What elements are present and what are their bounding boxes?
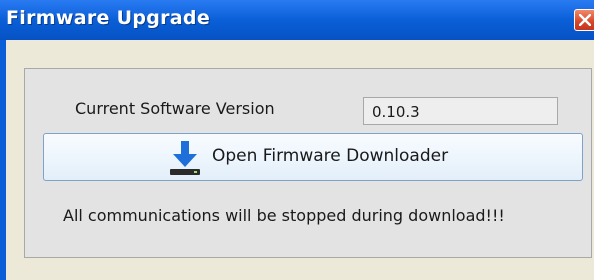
download-warning-text: All communications will be stopped durin… xyxy=(63,206,505,225)
open-firmware-downloader-label: Open Firmware Downloader xyxy=(212,146,449,166)
window-title: Firmware Upgrade xyxy=(6,7,211,29)
dialog-body: Current Software Version 0.10.3 Open Fir… xyxy=(6,40,594,280)
firmware-upgrade-window: Firmware Upgrade Current Software Versio… xyxy=(0,0,594,280)
download-icon xyxy=(170,141,200,175)
close-button[interactable] xyxy=(574,9,594,31)
current-version-label: Current Software Version xyxy=(75,99,275,118)
current-version-field: 0.10.3 xyxy=(363,97,558,125)
title-bar[interactable]: Firmware Upgrade xyxy=(0,0,594,40)
close-icon xyxy=(579,14,591,26)
firmware-panel: Current Software Version 0.10.3 Open Fir… xyxy=(24,68,592,258)
open-firmware-downloader-button[interactable]: Open Firmware Downloader xyxy=(43,133,583,181)
